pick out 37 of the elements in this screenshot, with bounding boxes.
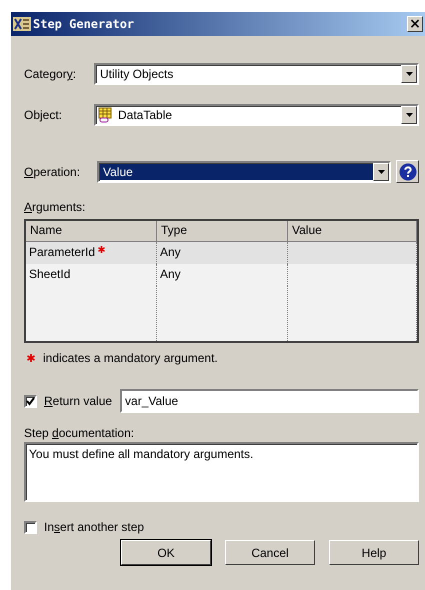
operation-label: Operation: bbox=[24, 164, 82, 178]
object-label: Object: bbox=[24, 108, 64, 122]
dropdown-arrow-icon bbox=[406, 113, 412, 117]
help-icon bbox=[398, 162, 416, 180]
return-value-checkbox[interactable] bbox=[24, 394, 37, 408]
column-header[interactable]: Name bbox=[26, 221, 157, 241]
dialog-button[interactable]: Help bbox=[329, 540, 419, 565]
help-button[interactable] bbox=[396, 160, 419, 183]
column-header[interactable]: Type bbox=[157, 221, 288, 241]
required-star-icon bbox=[27, 354, 35, 362]
dropdown-arrow-icon bbox=[378, 170, 384, 174]
category-dropdown[interactable]: Utility Objects bbox=[94, 63, 419, 85]
table-row[interactable]: ParameterId Any bbox=[26, 242, 417, 264]
close-button[interactable]: × bbox=[407, 16, 423, 32]
dialog-button[interactable]: Cancel bbox=[225, 540, 315, 565]
return-value-field[interactable]: var_Value bbox=[120, 389, 419, 413]
mandatory-note: indicates a mandatory argument. bbox=[43, 351, 218, 365]
table-cell: Any bbox=[157, 264, 288, 286]
table-cell: ParameterId bbox=[26, 242, 157, 264]
category-label: Category: bbox=[24, 67, 78, 81]
documentation-box[interactable]: You must define all mandatory arguments. bbox=[24, 442, 419, 502]
return-value-label: Return value bbox=[44, 394, 112, 408]
insert-another-label: Insert another step bbox=[44, 520, 144, 534]
table-icon bbox=[98, 107, 114, 123]
app-icon bbox=[13, 17, 31, 31]
column-header[interactable]: Value bbox=[288, 221, 417, 241]
object-dropdown[interactable]: DataTable bbox=[94, 104, 419, 126]
documentation-label: Step documentation: bbox=[24, 426, 136, 440]
table-cell: SheetId bbox=[26, 264, 157, 286]
window-title: Step Generator bbox=[33, 17, 136, 31]
arguments-label: Arguments: bbox=[24, 200, 86, 214]
insert-another-checkbox[interactable] bbox=[24, 520, 37, 534]
table-row[interactable]: SheetId Any bbox=[26, 264, 417, 286]
dropdown-arrow-icon bbox=[406, 72, 412, 76]
table-cell: Any bbox=[157, 242, 288, 264]
dialog-button[interactable]: OK bbox=[121, 540, 211, 565]
operation-dropdown[interactable]: Value bbox=[97, 160, 391, 182]
